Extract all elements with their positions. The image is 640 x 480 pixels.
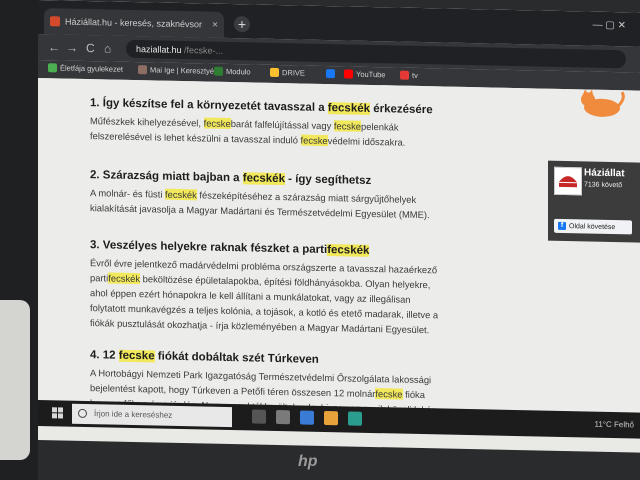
body-text-part: fecske <box>300 134 328 147</box>
article-section: 2. Szárazság miatt bajban a fecskék - íg… <box>90 169 430 222</box>
bookmark-favicon-icon <box>326 69 335 79</box>
bookmark-item[interactable]: Mai Ige | Keresztyé... <box>138 65 220 76</box>
facebook-page-widget[interactable]: Háziállat 7136 követő f Oldal követése <box>548 160 640 243</box>
taskbar-app-icon[interactable] <box>276 409 290 425</box>
back-icon[interactable]: ← <box>48 40 60 54</box>
left-object <box>0 300 30 460</box>
heading-text-part: 1. Így készítse fel a környezetét tavass… <box>90 97 328 115</box>
body-text-part: Műfészkek kihelyezésével, <box>90 115 204 129</box>
taskbar-app-icon[interactable] <box>252 409 266 424</box>
site-favicon-icon <box>50 16 60 27</box>
heading-text-part: fecskék <box>242 172 285 186</box>
body-text-part: védelmi időszakra. <box>327 135 406 148</box>
body-text-part: fecske <box>203 117 231 130</box>
url-path: /fecske-... <box>181 45 224 56</box>
taskbar-app-icon[interactable] <box>324 410 338 426</box>
heading-text-part: 3. Veszélyes helyekre raknak fészket a p… <box>90 239 328 257</box>
bookmark-item[interactable]: YouTube <box>344 69 385 79</box>
facebook-icon: f <box>558 221 566 231</box>
tab-close-icon[interactable]: × <box>212 19 218 30</box>
fb-page-name: Háziállat <box>584 167 625 180</box>
bookmark-label: Modulo <box>226 66 251 77</box>
windows-start-icon[interactable] <box>52 407 64 419</box>
bookmark-favicon-icon <box>48 63 57 73</box>
bookmark-item[interactable]: Életfája gyulekezet <box>48 63 123 74</box>
body-text-part: fecskék <box>108 272 141 285</box>
heading-text-part: - így segíthetsz <box>284 173 372 187</box>
taskbar-pinned-apps <box>252 409 362 426</box>
bookmark-label: Mai Ige | Keresztyé... <box>150 65 221 76</box>
url-host: haziallat.hu <box>136 44 182 56</box>
bookmark-label: YouTube <box>356 69 386 80</box>
heading-text-part: fecskék <box>327 244 370 257</box>
bookmark-label: Életfája gyulekezet <box>60 63 123 74</box>
bookmark-item[interactable]: tv <box>400 70 418 80</box>
body-text-part: fecske <box>333 120 361 132</box>
fb-follow-button[interactable]: f Oldal követése <box>554 218 632 235</box>
home-icon[interactable]: ⌂ <box>104 41 111 55</box>
heading-text-part: fecske <box>118 349 155 363</box>
taskbar-app-icon[interactable] <box>348 411 362 426</box>
bookmark-favicon-icon <box>344 69 353 79</box>
body-text-part: barát falfelújítással vagy <box>230 118 334 132</box>
body-text-part: pelenkák <box>361 120 399 133</box>
search-icon <box>78 408 87 419</box>
fb-follower-count: 7136 követő <box>584 181 623 190</box>
haziallat-logo-icon <box>554 166 582 196</box>
body-text-part: fecskék <box>165 188 197 201</box>
fb-follow-label: Oldal követése <box>569 222 616 231</box>
reload-icon[interactable]: C <box>86 41 95 55</box>
body-text-part: parti <box>90 272 109 284</box>
hp-logo: hp <box>298 453 318 470</box>
bookmark-item[interactable]: Modulo <box>214 66 251 77</box>
body-text-part: A molnár- és füsti <box>90 187 166 200</box>
bookmark-favicon-icon <box>400 70 409 80</box>
tab-title: Háziállat.hu - keresés, szaknévsor <box>65 16 203 30</box>
new-tab-button[interactable]: + <box>234 16 250 33</box>
heading-text-part: 2. Szárazság miatt bajban a <box>90 169 243 185</box>
heading-text-part: érkezésére <box>370 102 433 117</box>
heading-text-part: 4. 12 <box>90 349 119 362</box>
bookmark-label: tv <box>412 70 418 80</box>
body-text-part: fecske <box>375 388 403 400</box>
browser-tab[interactable]: Háziállat.hu - keresés, szaknévsor × <box>44 8 224 38</box>
system-tray-weather[interactable]: 11°C Felhő <box>594 420 634 430</box>
monitor-screen: Háziállat.hu - keresés, szaknévsor × + —… <box>38 0 640 453</box>
heading-text-part: fecskék <box>327 102 371 115</box>
taskbar-search-input[interactable]: Írjon ide a kereséshez <box>72 403 232 428</box>
taskbar-search-placeholder: Írjon ide a kereséshez <box>94 409 173 420</box>
right-sidebar: Háziállat 7136 követő f Oldal követése <box>538 88 640 412</box>
article-section: 1. Így készítse fel a környezetét tavass… <box>90 97 433 150</box>
bookmark-item[interactable] <box>326 69 338 79</box>
heading-text-part: fiókát dobáltak szét Túrkeven <box>154 350 319 366</box>
forward-icon[interactable]: → <box>66 41 78 55</box>
body-text-part: fióka <box>402 388 425 401</box>
page-content: 1. Így készítse fel a környezetét tavass… <box>38 78 640 415</box>
taskbar-app-icon[interactable] <box>300 410 314 425</box>
bookmark-item[interactable]: DRIVE <box>270 67 305 78</box>
article-section: 3. Veszélyes helyekre raknak fészket a p… <box>90 239 438 337</box>
bookmark-label: DRIVE <box>282 68 305 78</box>
body-text-part: felszerelésével is lehet készülni a tava… <box>90 130 301 146</box>
bookmark-favicon-icon <box>138 65 147 75</box>
bookmark-favicon-icon <box>214 66 223 76</box>
cat-mascot-icon <box>581 89 625 117</box>
window-controls[interactable]: — ▢ ✕ <box>593 20 626 32</box>
bookmark-favicon-icon <box>270 67 279 78</box>
